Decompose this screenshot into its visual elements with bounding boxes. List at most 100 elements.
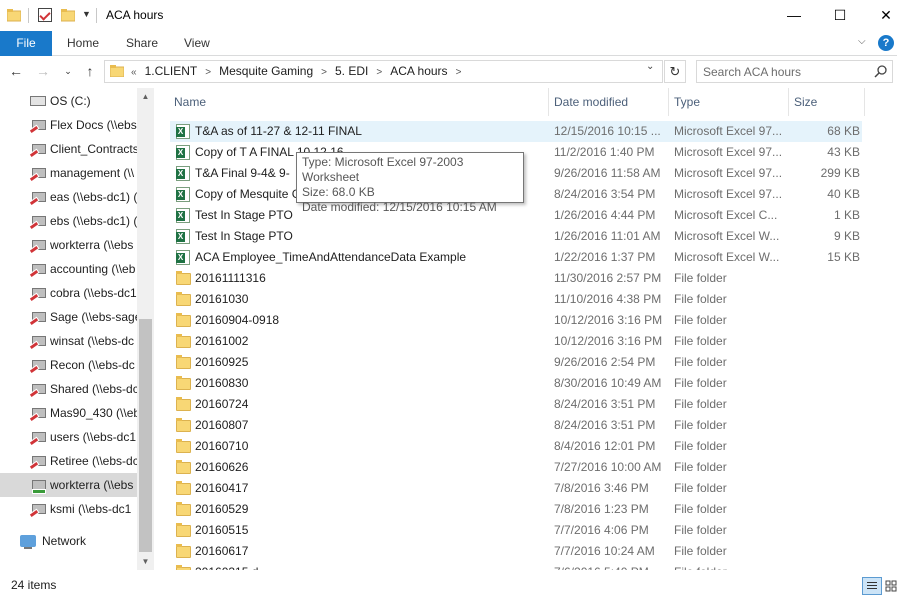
nav-item[interactable]: ebs (\\ebs-dc1) (	[0, 209, 137, 233]
file-row[interactable]: 20160626 7/27/2016 10:00 AM File folder	[170, 457, 862, 478]
back-arrow-icon[interactable]: ←	[8, 63, 24, 79]
expand-ribbon-icon[interactable]: ⌵	[858, 36, 866, 47]
nav-item[interactable]: OS (C:)	[0, 89, 137, 113]
file-row[interactable]: 20161111316 11/30/2016 2:57 PM File folder	[170, 268, 862, 289]
nav-item-label: users (\\ebs-dc1	[50, 430, 137, 444]
address-bar[interactable]: « 1.CLIENT > Mesquite Gaming >5. EDI > ACA hou…	[104, 60, 663, 83]
nav-item[interactable]: workterra (\\ebs	[0, 473, 137, 497]
search-input[interactable]	[703, 64, 873, 80]
folder-icon	[176, 418, 191, 432]
file-row[interactable]: 20160724 8/24/2016 3:51 PM File folder	[170, 394, 862, 415]
breadcrumb-item[interactable]: 1.CLIENT	[145, 61, 198, 82]
scroll-down-icon[interactable]: ▼	[137, 553, 154, 570]
recent-locations-chevron-icon[interactable]: ⌄	[60, 63, 76, 79]
maximize-button[interactable]: ☐	[817, 0, 863, 31]
search-icon[interactable]	[874, 65, 887, 78]
folder-icon	[176, 502, 191, 516]
breadcrumb-overflow[interactable]: «	[131, 62, 137, 83]
breadcrumb-item[interactable]: Mesquite Gaming	[219, 61, 313, 82]
help-icon[interactable]: ?	[878, 35, 894, 51]
large-icons-view-icon[interactable]	[884, 577, 897, 595]
details-view-icon[interactable]	[862, 577, 882, 595]
nav-item[interactable]: Mas90_430 (\\eb	[0, 401, 137, 425]
tab-view[interactable]: View	[184, 31, 210, 56]
file-row[interactable]: 20161030 11/10/2016 4:38 PM File folder	[170, 289, 862, 310]
file-row[interactable]: 20160710 8/4/2016 12:01 PM File folder	[170, 436, 862, 457]
nav-item[interactable]: management (\\	[0, 161, 137, 185]
file-row[interactable]: 20160617 7/7/2016 10:24 AM File folder	[170, 541, 862, 562]
column-header-type[interactable]: Type	[674, 88, 700, 116]
file-row[interactable]: 20160807 8/24/2016 3:51 PM File folder	[170, 415, 862, 436]
breadcrumb-item[interactable]: ACA hours	[390, 61, 447, 82]
file-type: File folder	[674, 334, 727, 348]
column-divider[interactable]	[668, 88, 669, 116]
nav-item[interactable]: Flex Docs (\\ebs-	[0, 113, 137, 137]
file-row[interactable]: 20160417 7/8/2016 3:46 PM File folder	[170, 478, 862, 499]
file-row[interactable]: 20160904-0918 10/12/2016 3:16 PM File fold…	[170, 310, 862, 331]
nav-item[interactable]: Sage (\\ebs-sage	[0, 305, 137, 329]
nav-item[interactable]: Retiree (\\ebs-dc	[0, 449, 137, 473]
chevron-right-icon[interactable]: >	[321, 62, 327, 83]
refresh-icon[interactable]: ↻	[664, 60, 686, 83]
nav-item-network[interactable]: Network	[0, 529, 137, 553]
nav-item[interactable]: accounting (\\eb	[0, 257, 137, 281]
file-row[interactable]: Test In Stage PTO 1/26/2016 11:01 AM Micro…	[170, 226, 862, 247]
new-folder-icon[interactable]	[61, 8, 75, 22]
nav-pane-scrollbar[interactable]: ▲ ▼	[137, 88, 154, 570]
nav-item-label: Flex Docs (\\ebs-	[50, 118, 137, 132]
nav-item[interactable]: workterra (\\ebs	[0, 233, 137, 257]
nav-item[interactable]: Recon (\\ebs-dc	[0, 353, 137, 377]
minimize-button[interactable]: —	[771, 0, 817, 31]
tab-home[interactable]: Home	[67, 31, 99, 56]
address-dropdown-icon[interactable]: ⌄	[646, 61, 654, 72]
file-name: 20160807	[195, 418, 249, 432]
nav-item[interactable]: Shared (\\ebs-dc	[0, 377, 137, 401]
nav-item-label: accounting (\\eb	[50, 262, 136, 276]
nav-item[interactable]: cobra (\\ebs-dc1	[0, 281, 137, 305]
folder-icon[interactable]	[7, 8, 21, 22]
tab-file[interactable]: File	[0, 31, 52, 56]
file-row[interactable]: T&A as of 11-27 & 12-11 FINAL 12/15/2016 …	[170, 121, 862, 142]
file-row[interactable]: 20161002 10/12/2016 3:16 PM File folder	[170, 331, 862, 352]
drive-icon	[30, 96, 46, 106]
chevron-right-icon[interactable]: >	[456, 62, 462, 83]
breadcrumb-item[interactable]: 5. EDI	[335, 61, 368, 82]
disconnected-network-drive-icon	[32, 192, 46, 202]
properties-icon[interactable]	[38, 8, 52, 22]
scroll-up-icon[interactable]: ▲	[137, 88, 154, 105]
file-row[interactable]: ACA Employee_TimeAndAttendanceData Examp…	[170, 247, 862, 268]
folder-icon	[176, 481, 191, 495]
nav-item[interactable]: winsat (\\ebs-dc	[0, 329, 137, 353]
file-row[interactable]: 20160515 7/7/2016 4:06 PM File folder	[170, 520, 862, 541]
column-divider[interactable]	[864, 88, 865, 116]
nav-item[interactable]: eas (\\ebs-dc1) (	[0, 185, 137, 209]
file-info-tooltip: Type: Microsoft Excel 97-2003 Worksheet …	[296, 152, 524, 214]
column-divider[interactable]	[788, 88, 789, 116]
forward-arrow-icon[interactable]: →	[35, 63, 51, 79]
chevron-right-icon[interactable]: >	[376, 62, 382, 83]
file-date-modified: 10/12/2016 3:16 PM	[554, 313, 663, 327]
file-row[interactable]: 20160529 7/8/2016 1:23 PM File folder	[170, 499, 862, 520]
column-divider[interactable]	[548, 88, 549, 116]
quick-access-dropdown-icon[interactable]: ▼	[82, 9, 91, 19]
window-title: ACA hours	[106, 8, 164, 22]
file-row[interactable]: 20160925 9/26/2016 2:54 PM File folder	[170, 352, 862, 373]
column-header-size[interactable]: Size	[794, 88, 817, 116]
column-header-date-modified[interactable]: Date modified	[554, 88, 628, 116]
file-date-modified: 8/24/2016 3:51 PM	[554, 397, 656, 411]
file-name: Test In Stage PTO	[195, 229, 293, 243]
nav-item[interactable]: users (\\ebs-dc1	[0, 425, 137, 449]
nav-item[interactable]: Client_Contracts	[0, 137, 137, 161]
up-arrow-icon[interactable]: ↑	[82, 63, 98, 79]
close-button[interactable]: ✕	[863, 0, 897, 31]
search-box[interactable]	[696, 60, 893, 83]
chevron-right-icon[interactable]: >	[205, 62, 211, 83]
nav-item[interactable]: ksmi (\\ebs-dc1	[0, 497, 137, 521]
tab-share[interactable]: Share	[126, 31, 158, 56]
file-row[interactable]: 20160315 d 7/6/2016 5:40 PM File folder	[170, 562, 862, 570]
disconnected-network-drive-icon	[32, 144, 46, 154]
scrollbar-thumb[interactable]	[139, 319, 152, 552]
file-name: 20161030	[195, 292, 249, 306]
file-row[interactable]: 20160830 8/30/2016 10:49 AM File folder	[170, 373, 862, 394]
column-header-name[interactable]: Name	[174, 88, 206, 116]
